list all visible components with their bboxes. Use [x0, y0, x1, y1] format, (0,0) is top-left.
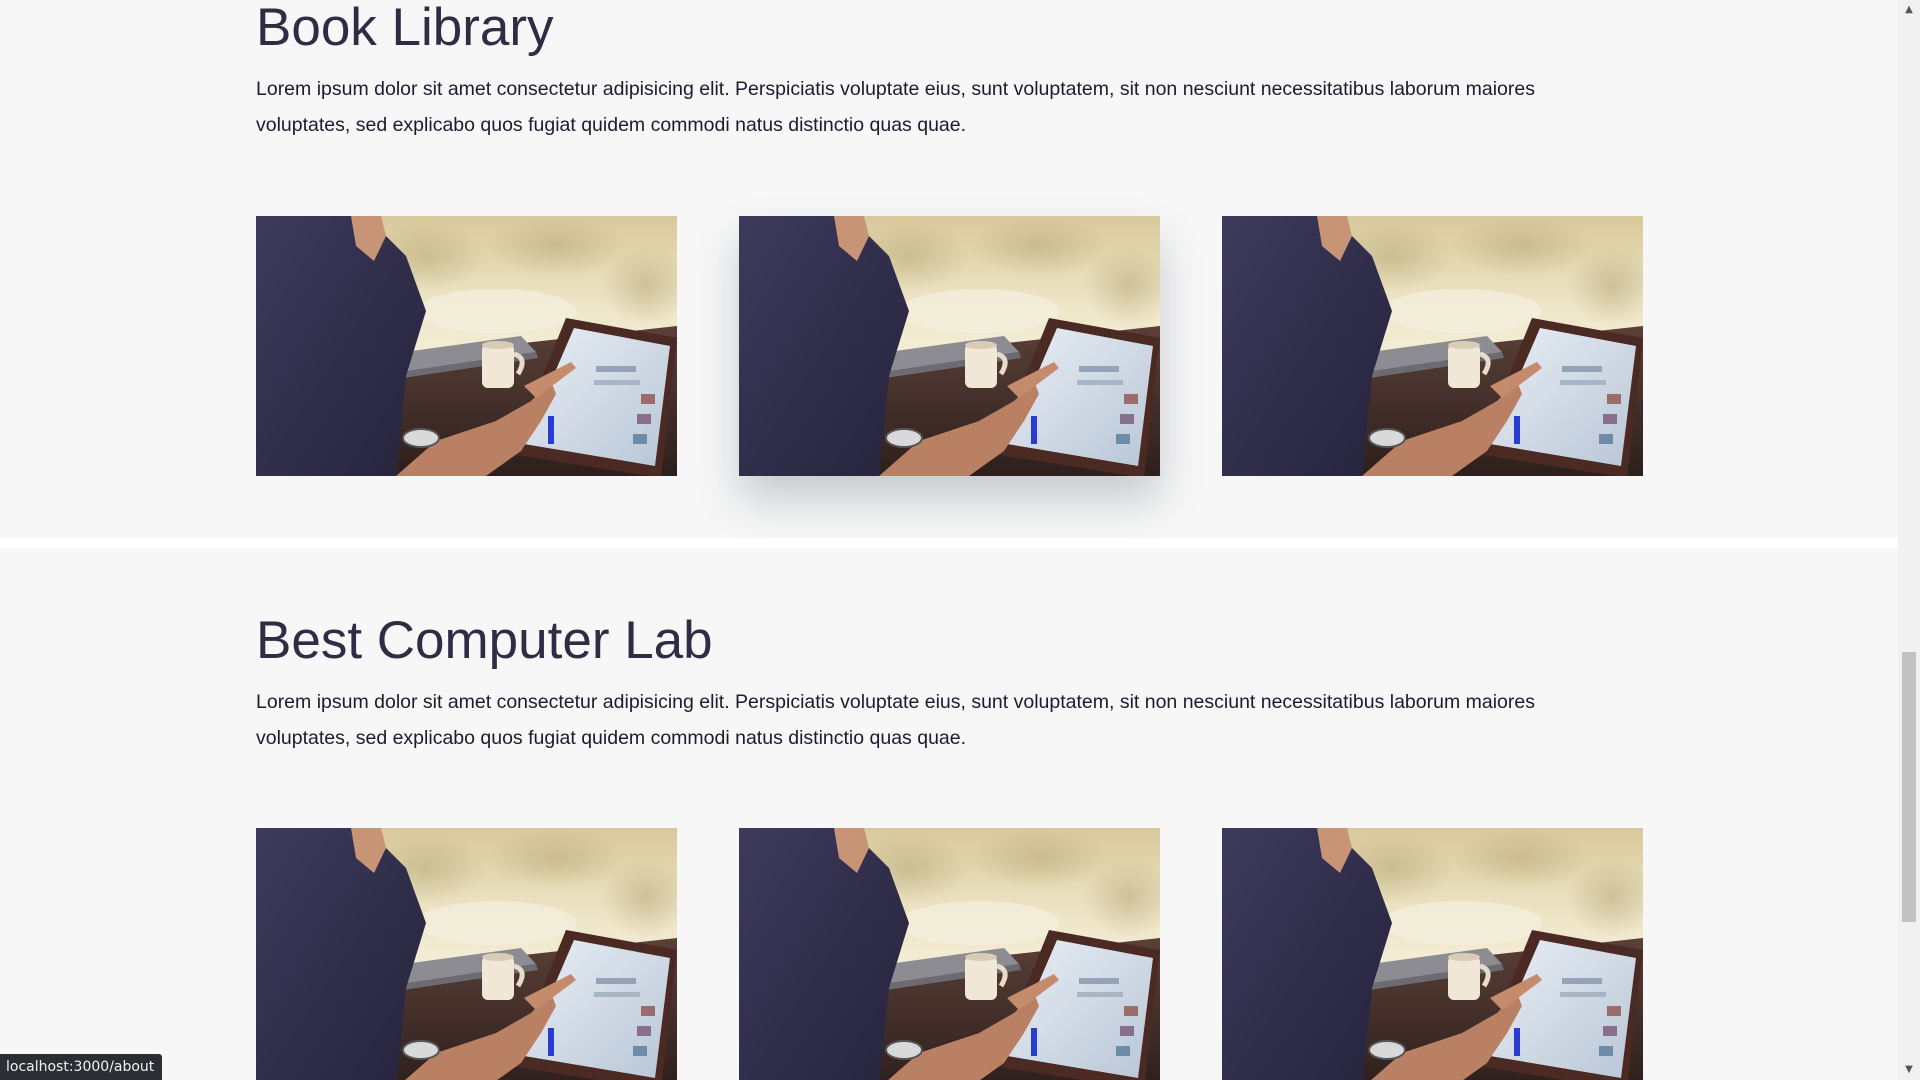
- tablet-photo: [256, 216, 677, 476]
- triangle-up-icon[interactable]: ▲: [1898, 0, 1920, 20]
- gallery-image[interactable]: [256, 216, 677, 476]
- gallery-image[interactable]: [739, 828, 1160, 1080]
- tablet-photo: [1222, 216, 1643, 476]
- gallery-image[interactable]: [1222, 216, 1643, 476]
- image-gallery: [0, 548, 1898, 1080]
- scrollbar-thumb[interactable]: [1902, 652, 1916, 922]
- gallery-image-hovered[interactable]: [739, 216, 1160, 476]
- about-page: Book Library Lorem ipsum dolor sit amet …: [0, 0, 1898, 1080]
- triangle-down-icon[interactable]: ▼: [1898, 1060, 1920, 1080]
- tablet-photo: [256, 828, 677, 1080]
- book-library-section: Book Library Lorem ipsum dolor sit amet …: [0, 0, 1898, 538]
- computer-lab-section: Best Computer Lab Lorem ipsum dolor sit …: [0, 548, 1898, 1080]
- tablet-photo: [739, 828, 1160, 1080]
- section-divider: [0, 538, 1898, 548]
- gallery-image[interactable]: [256, 828, 677, 1080]
- tablet-photo: [1222, 828, 1643, 1080]
- browser-viewport: Book Library Lorem ipsum dolor sit amet …: [0, 0, 1920, 1080]
- gallery-image[interactable]: [1222, 828, 1643, 1080]
- tablet-photo: [739, 216, 1160, 476]
- image-gallery: [0, 0, 1898, 538]
- vertical-scrollbar[interactable]: ▲ ▼: [1898, 0, 1920, 1080]
- link-status-url: localhost:3000/about: [0, 1054, 163, 1080]
